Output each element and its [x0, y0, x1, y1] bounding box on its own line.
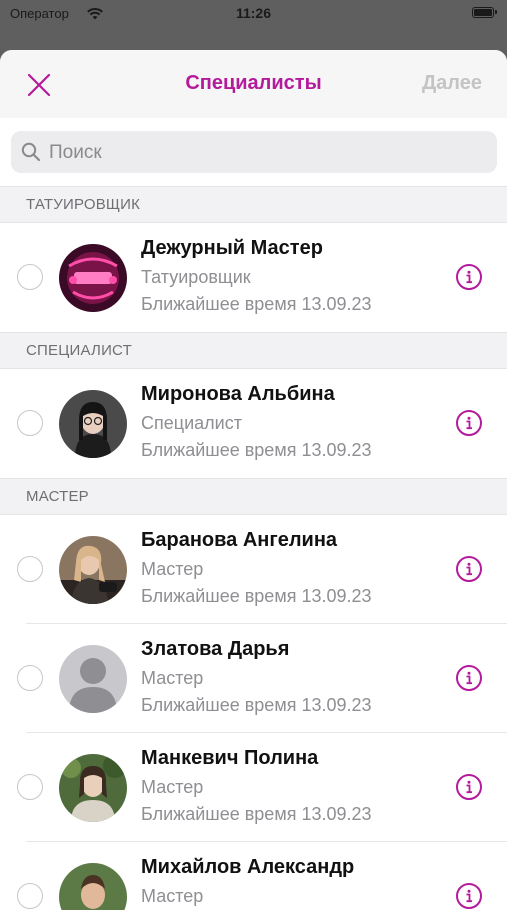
list-item[interactable]: Дежурный Мастер Татуировщик Ближайшее вр…: [0, 223, 507, 332]
section-header-label: ТАТУИРОВЩИК: [26, 196, 141, 213]
search-container: [0, 118, 507, 186]
avatar: [59, 390, 127, 458]
select-radio[interactable]: [17, 410, 43, 436]
list-item[interactable]: Манкевич Полина Мастер Ближайшее время 1…: [0, 733, 507, 842]
search-input[interactable]: [47, 131, 481, 175]
avatar: [59, 754, 127, 822]
search-icon: [21, 142, 41, 162]
specialist-role: Татуировщик: [141, 267, 251, 287]
specialist-name: Михайлов Александр: [141, 856, 355, 878]
avatar: [59, 536, 127, 604]
info-icon[interactable]: [456, 556, 482, 582]
section-header-specialist: СПЕЦИАЛИСТ: [0, 332, 507, 369]
specialist-name: Златова Дарья: [141, 638, 290, 660]
select-radio[interactable]: [17, 665, 43, 691]
specialist-role: Мастер: [141, 668, 204, 688]
list-item[interactable]: Миронова Альбина Специалист Ближайшее вр…: [0, 369, 507, 478]
section-header-label: СПЕЦИАЛИСТ: [26, 342, 132, 359]
section-header-master: МАСТЕР: [0, 478, 507, 515]
navigation-bar: Специалисты Далее: [0, 50, 507, 118]
specialist-name: Баранова Ангелина: [141, 529, 338, 551]
nearest-time: Ближайшее время 13.09.23: [141, 695, 372, 715]
search-bar[interactable]: [11, 131, 497, 175]
info-icon[interactable]: [456, 665, 482, 691]
next-button[interactable]: Далее: [422, 72, 482, 95]
specialist-name: Манкевич Полина: [141, 747, 319, 769]
info-icon[interactable]: [456, 410, 482, 436]
nearest-time: Ближайшее время 13.09.23: [141, 804, 372, 824]
nearest-time: Ближайшее время 13.09.23: [141, 294, 372, 314]
avatar: [59, 244, 127, 312]
select-radio[interactable]: [17, 556, 43, 582]
info-icon[interactable]: [456, 883, 482, 909]
select-radio[interactable]: [17, 264, 43, 290]
specialist-role: Мастер: [141, 886, 204, 906]
specialists-sheet: Специалисты Далее ТАТУИРОВЩИК: [0, 50, 507, 910]
info-icon[interactable]: [456, 264, 482, 290]
section-header-label: МАСТЕР: [26, 488, 89, 505]
specialist-role: Специалист: [141, 413, 242, 433]
section-header-tattooist: ТАТУИРОВЩИК: [0, 186, 507, 223]
avatar: [59, 863, 127, 910]
avatar-placeholder: [59, 645, 127, 713]
select-radio[interactable]: [17, 774, 43, 800]
status-bar: Оператор 11:26: [0, 0, 507, 30]
specialist-name: Дежурный Мастер: [141, 237, 323, 259]
info-icon[interactable]: [456, 774, 482, 800]
specialist-name: Миронова Альбина: [141, 383, 335, 405]
list-item[interactable]: Златова Дарья Мастер Ближайшее время 13.…: [0, 624, 507, 733]
select-radio[interactable]: [17, 883, 43, 909]
specialist-role: Мастер: [141, 777, 204, 797]
battery-icon: [472, 7, 497, 18]
list-item[interactable]: Баранова Ангелина Мастер Ближайшее время…: [0, 515, 507, 624]
nearest-time: Ближайшее время 13.09.23: [141, 440, 372, 460]
specialist-role: Мастер: [141, 559, 204, 579]
nearest-time: Ближайшее время 13.09.23: [141, 586, 372, 606]
clock: 11:26: [235, 5, 272, 21]
